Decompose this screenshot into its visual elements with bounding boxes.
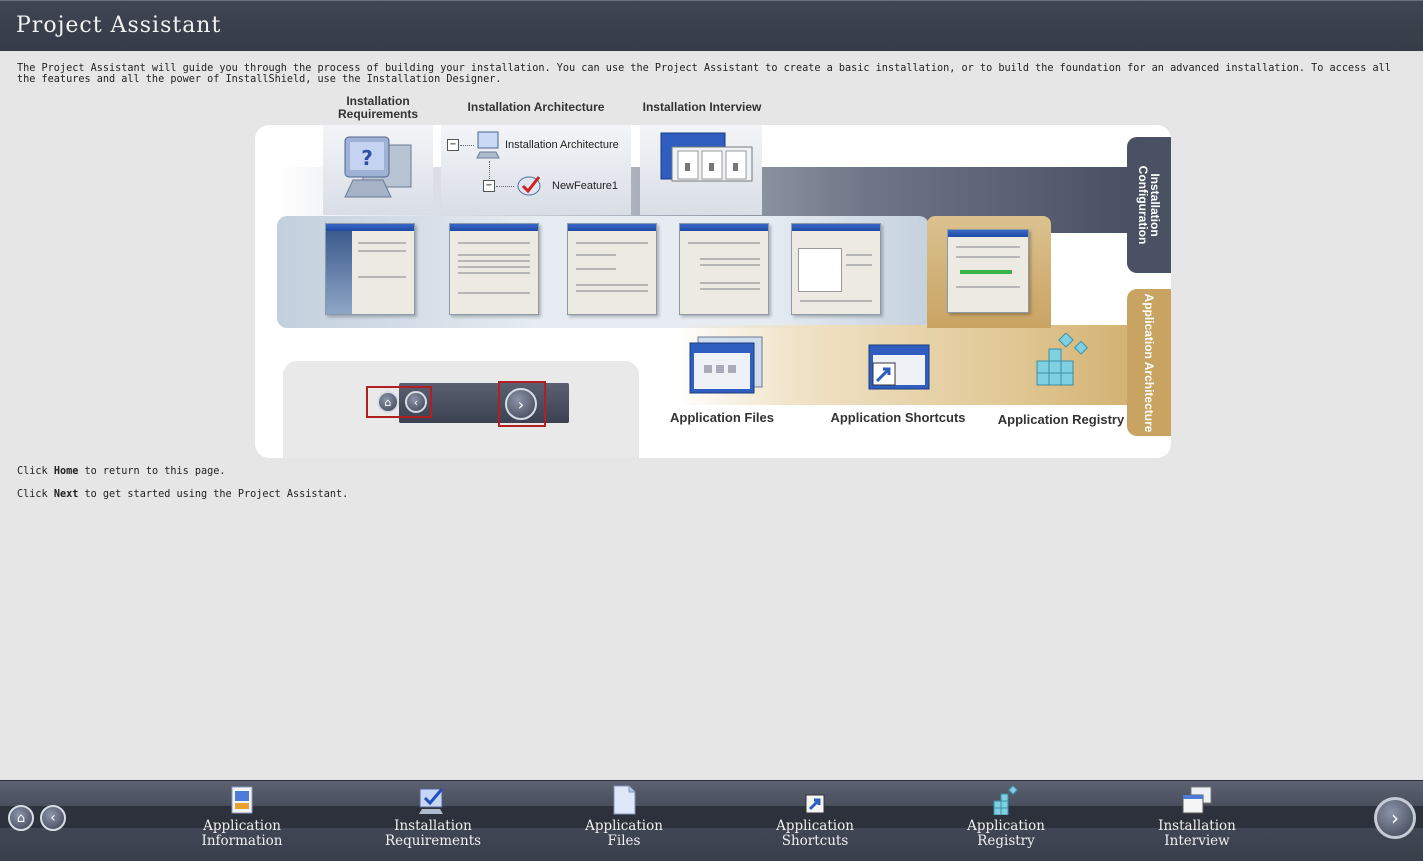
home-back-highlight xyxy=(366,386,432,418)
tree-collapse-icon[interactable]: − xyxy=(447,139,459,151)
application-shortcuts-label: Application Shortcuts xyxy=(830,410,966,425)
tree-child-label: NewFeature1 xyxy=(552,180,619,192)
header-installation-requirements: Installation Requirements xyxy=(337,94,419,121)
requirements-computer-icon: ? xyxy=(344,136,412,198)
bottom-navigation-bar: ⌂ ‹ Application Information Installation… xyxy=(0,780,1423,861)
wizard-screen-custom-setup xyxy=(791,223,881,315)
next-highlight xyxy=(498,381,546,427)
page-title: Project Assistant xyxy=(16,13,222,38)
interview-column xyxy=(640,125,762,215)
home-button[interactable]: ⌂ xyxy=(8,805,34,831)
home-hint: Click Home to return to this page. xyxy=(17,466,226,477)
nav-application-shortcuts[interactable]: Application Shortcuts xyxy=(755,785,875,849)
wizard-screen-setup-type xyxy=(679,223,769,315)
computer-icon xyxy=(476,131,500,159)
header-installation-architecture: Installation Architecture xyxy=(467,100,605,114)
navigation-demo: ⌂ ‹ › xyxy=(283,361,639,458)
app-registry-icon xyxy=(990,785,1022,816)
interview-dialogs-icon xyxy=(660,132,753,182)
nav-installation-requirements[interactable]: Installation Requirements xyxy=(373,785,493,849)
application-registry-icon xyxy=(1036,333,1089,386)
application-architecture-tab: Application Architecture xyxy=(1127,289,1171,436)
app-files-icon xyxy=(611,785,637,815)
app-shortcuts-icon xyxy=(802,785,828,815)
application-shortcuts-icon xyxy=(868,344,930,390)
app-info-icon xyxy=(229,785,255,815)
home-keyword: Home xyxy=(53,466,79,477)
diagram-panel: ? − Installation Architecture − NewFeatu… xyxy=(255,125,1171,458)
tree-root-label: Installation Architecture xyxy=(505,139,619,151)
feature-icon xyxy=(517,176,541,196)
install-req-icon xyxy=(416,785,450,815)
nav-application-files[interactable]: Application Files xyxy=(564,785,684,849)
svg-text:?: ? xyxy=(361,146,373,170)
architecture-tree: − Installation Architecture − NewFeature… xyxy=(441,125,631,215)
wizard-screen-installing xyxy=(947,229,1029,313)
wizard-screen-customer-info xyxy=(567,223,657,315)
title-bar: Project Assistant xyxy=(0,0,1423,51)
next-hint: Click Next to get started using the Proj… xyxy=(17,489,349,500)
application-registry-label: Application Registry xyxy=(997,412,1125,427)
header-installation-interview: Installation Interview xyxy=(642,100,762,114)
next-button[interactable]: › xyxy=(1374,797,1416,839)
application-files-icon xyxy=(689,336,763,394)
wizard-screen-license xyxy=(449,223,539,315)
back-button[interactable]: ‹ xyxy=(40,805,66,831)
install-interview-icon xyxy=(1181,785,1213,815)
next-keyword: Next xyxy=(53,489,79,500)
nav-application-information[interactable]: Application Information xyxy=(182,785,302,849)
tree-collapse-icon[interactable]: − xyxy=(483,180,495,192)
installation-configuration-tab: Installation Configuration xyxy=(1127,137,1171,273)
intro-text: The Project Assistant will guide you thr… xyxy=(17,63,1391,85)
nav-installation-interview[interactable]: Installation Interview xyxy=(1137,785,1257,849)
nav-application-registry[interactable]: Application Registry xyxy=(946,785,1066,849)
application-files-label: Application Files xyxy=(669,410,774,425)
project-assistant-diagram: Installation Requirements Installation A… xyxy=(255,92,1171,459)
wizard-screen-welcome xyxy=(325,223,415,315)
requirements-column: ? xyxy=(323,125,433,215)
